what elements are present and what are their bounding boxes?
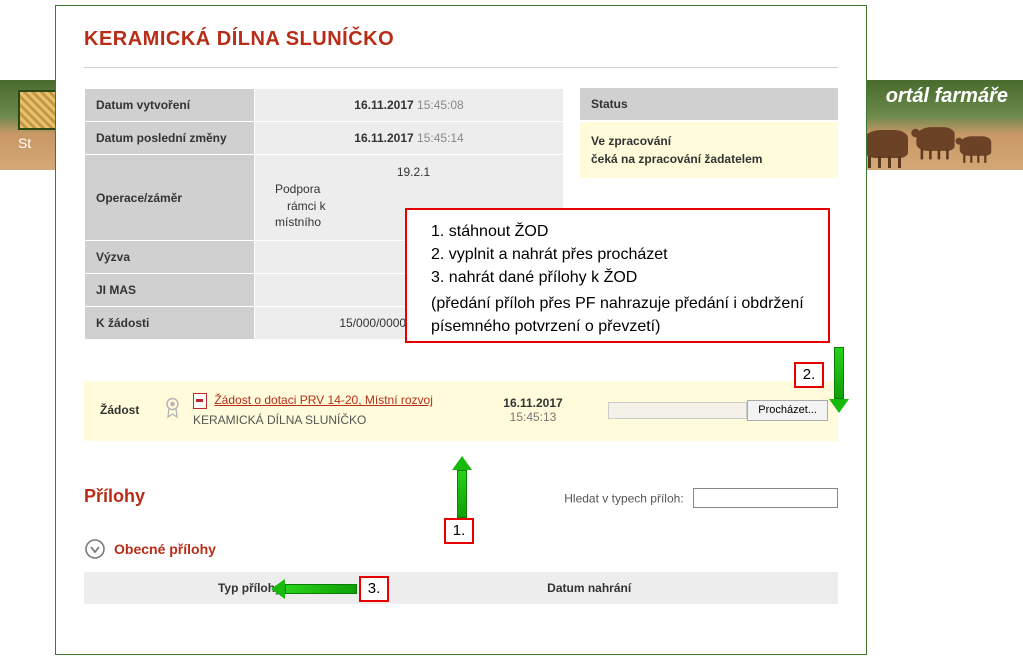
signature-rosette-icon	[164, 397, 181, 424]
jimas-label: JI MAS	[85, 274, 255, 307]
callout-3: 3.	[359, 576, 389, 602]
request-label: Žádost	[94, 403, 164, 417]
callout-2: 2.	[794, 362, 824, 388]
application-download-link[interactable]: Žádost o dotaci PRV 14-20, Místní rozvoj	[214, 393, 433, 407]
attachment-search-label: Hledat v typech příloh:	[564, 491, 683, 505]
callout-1: 1.	[444, 518, 474, 544]
banner-right-text: ortál farmáře	[886, 85, 1008, 108]
instructions-callout: stáhnout ŽOD vyplnit a nahrát přes proch…	[405, 208, 830, 343]
status-box: Status Ve zpracování čeká na zpracování …	[580, 88, 838, 178]
col-date: Datum nahrání	[416, 581, 763, 595]
created-value: 16.11.2017 15:45:08	[255, 89, 564, 122]
created-label: Datum vytvoření	[85, 89, 255, 122]
upload-filename-field	[608, 402, 747, 419]
arrow-left-icon	[271, 579, 357, 599]
modified-value: 16.11.2017 15:45:14	[255, 122, 564, 155]
cattle-silhouette-icon	[863, 110, 993, 165]
application-subname: KERAMICKÁ DÍLNA SLUNÍČKO	[193, 413, 458, 427]
page-title: KERAMICKÁ DÍLNA SLUNÍČKO	[84, 28, 838, 68]
arrow-down-icon	[829, 347, 849, 413]
request-timestamp: 16.11.2017 15:45:13	[458, 396, 608, 424]
banner-left-text: St	[18, 135, 31, 151]
browse-button[interactable]: Procházet...	[747, 400, 828, 421]
vyzva-label: Výzva	[85, 241, 255, 274]
pdf-file-icon	[193, 393, 207, 409]
modified-label: Datum poslední změny	[85, 122, 255, 155]
status-header: Status	[580, 88, 838, 121]
chevron-down-circle-icon	[84, 538, 106, 560]
application-request-row: Žádost Žádost o dotaci PRV 14-20, Místní…	[84, 381, 838, 441]
szif-logo-icon	[18, 90, 58, 130]
attachment-columns-header: Typ přílohy Datum nahrání	[84, 572, 838, 604]
status-body: Ve zpracování čeká na zpracování žadatel…	[580, 121, 838, 178]
arrow-up-icon	[452, 456, 472, 518]
kzadosti-label: K žádosti	[85, 307, 255, 340]
attachments-heading: Přílohy	[84, 486, 145, 507]
operation-label: Operace/záměr	[85, 155, 255, 241]
attachment-search-input[interactable]	[693, 488, 838, 508]
